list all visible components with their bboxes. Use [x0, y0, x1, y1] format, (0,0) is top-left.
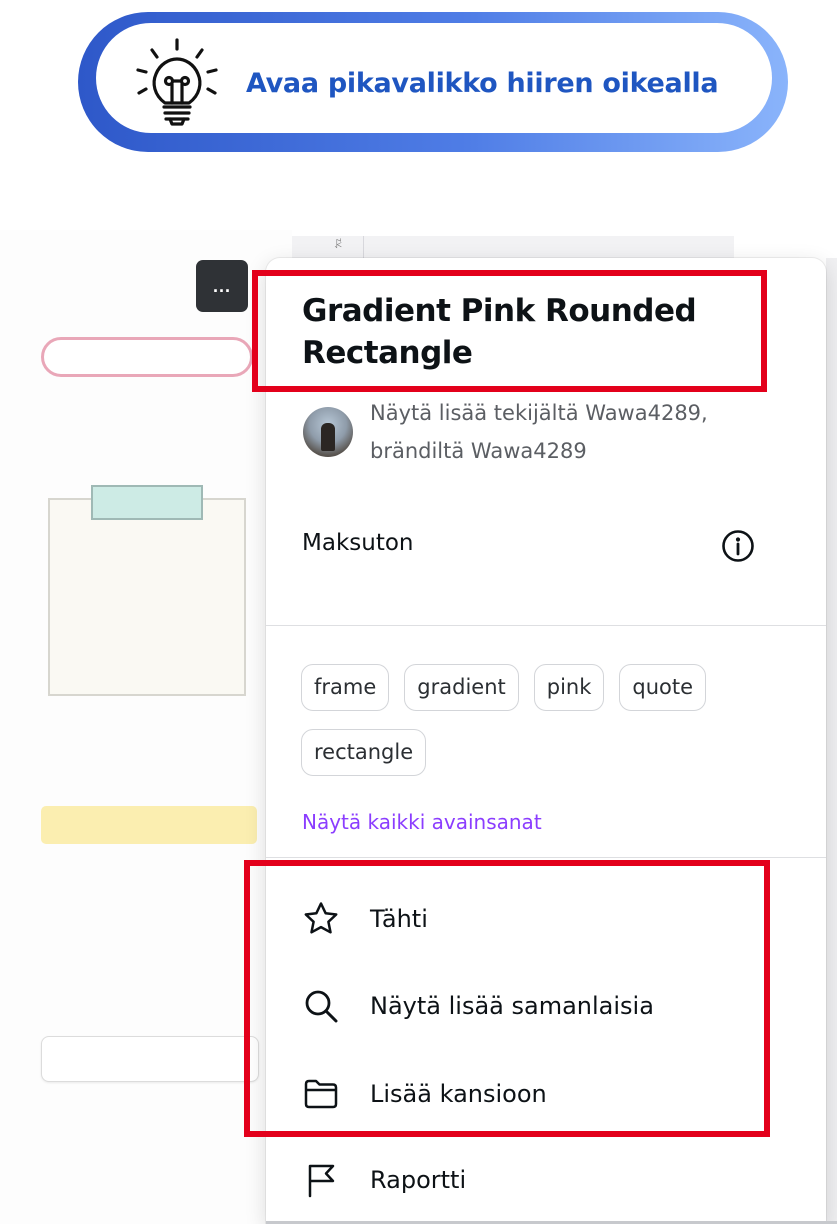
canvas-divider	[363, 236, 364, 260]
flag-icon	[308, 1164, 335, 1198]
tag-rectangle[interactable]: rectangle	[301, 729, 427, 776]
tag-quote[interactable]: quote	[619, 664, 707, 711]
note-tape-element	[91, 485, 203, 520]
license-label: Maksuton	[302, 530, 414, 556]
show-all-keywords-link[interactable]: Näytä kaikki avainsanat	[302, 810, 542, 834]
lightbulb-icon	[136, 38, 218, 126]
more-options-button[interactable]: ...	[196, 260, 248, 312]
note-paper-element[interactable]	[48, 498, 246, 696]
panel-divider	[266, 857, 826, 858]
highlight-box-title	[252, 270, 767, 392]
author-line-1[interactable]: Näytä lisää tekijältä Wawa4289,	[370, 394, 790, 432]
tip-banner: Avaa pikavalikko hiiren oikealla	[78, 12, 788, 152]
tag-pink[interactable]: pink	[533, 664, 605, 711]
tip-banner-inner: Avaa pikavalikko hiiren oikealla	[96, 23, 772, 133]
author-line-2[interactable]: brändiltä Wawa4289	[370, 432, 790, 470]
tip-text: Avaa pikavalikko hiiren oikealla	[246, 68, 719, 99]
panel-divider	[266, 625, 826, 626]
menu-item-label: Raportti	[370, 1166, 467, 1194]
canvas-top-strip	[292, 236, 734, 260]
tag-frame[interactable]: frame	[301, 664, 390, 711]
panel-right-edge	[826, 258, 837, 1224]
pink-rounded-rectangle-element[interactable]	[41, 337, 253, 377]
highlight-box-menu	[244, 860, 770, 1137]
menu-item-report[interactable]: Raportti	[302, 1158, 466, 1202]
toolbar-glyph: ꂰ	[334, 239, 343, 251]
yellow-bar-element[interactable]	[41, 806, 257, 844]
avatar-figure	[321, 423, 335, 451]
info-icon[interactable]	[721, 529, 755, 563]
avatar[interactable]	[303, 407, 353, 457]
keyword-tags: frame gradient pink quote rectangle	[301, 664, 781, 794]
author-link[interactable]: Näytä lisää tekijältä Wawa4289, brändilt…	[370, 394, 790, 470]
tag-gradient[interactable]: gradient	[404, 664, 519, 711]
white-rounded-box-element[interactable]	[41, 1036, 259, 1082]
